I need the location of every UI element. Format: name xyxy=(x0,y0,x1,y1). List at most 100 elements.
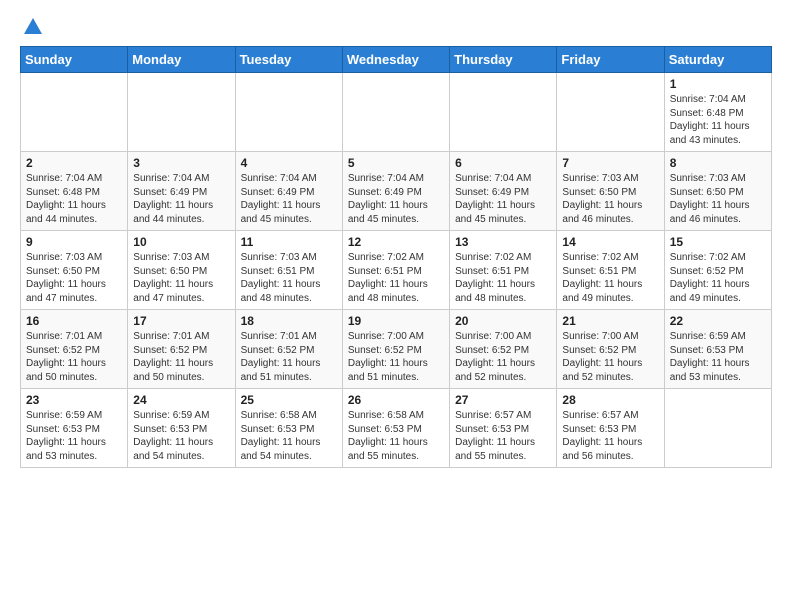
calendar-cell xyxy=(664,389,771,468)
calendar-cell: 8Sunrise: 7:03 AM Sunset: 6:50 PM Daylig… xyxy=(664,152,771,231)
calendar-cell: 7 Sunrise: 7:03 AM Sunset: 6:50 PM Daylig… xyxy=(557,152,664,231)
calendar-cell xyxy=(128,73,235,152)
weekday-header-thursday: Thursday xyxy=(450,47,557,73)
calendar-cell: 17 Sunrise: 7:01 AM Sunset: 6:52 PM Dayli… xyxy=(128,310,235,389)
calendar-cell: 4 Sunrise: 7:04 AM Sunset: 6:49 PM Daylig… xyxy=(235,152,342,231)
day-number: 22 xyxy=(670,314,766,328)
logo-icon xyxy=(22,16,44,38)
calendar-cell: 1 Sunrise: 7:04 AM Sunset: 6:48 PM Daylig… xyxy=(664,73,771,152)
calendar-cell: 21 Sunrise: 7:00 AM Sunset: 6:52 PM Dayli… xyxy=(557,310,664,389)
day-number: 12 xyxy=(348,235,444,249)
calendar-cell: 24 Sunrise: 6:59 AM Sunset: 6:53 PM Dayli… xyxy=(128,389,235,468)
day-info: Sunrise: 7:01 AM Sunset: 6:52 PM Dayligh… xyxy=(241,330,337,384)
calendar-week-3: 9 Sunrise: 7:03 AM Sunset: 6:50 PM Daylig… xyxy=(21,231,772,310)
day-number: 17 xyxy=(133,314,229,328)
day-number: 19 xyxy=(348,314,444,328)
calendar-cell: 18 Sunrise: 7:01 AM Sunset: 6:52 PM Dayli… xyxy=(235,310,342,389)
calendar-cell: 16 Sunrise: 7:01 AM Sunset: 6:52 PM Dayli… xyxy=(21,310,128,389)
day-info: Sunrise: 6:59 AM Sunset: 6:53 PM Dayligh… xyxy=(26,409,122,463)
day-number: 21 xyxy=(562,314,658,328)
day-number: 4 xyxy=(241,156,337,170)
calendar-cell: 12Sunrise: 7:02 AM Sunset: 6:51 PM Dayli… xyxy=(342,231,449,310)
weekday-header-friday: Friday xyxy=(557,47,664,73)
day-info: Sunrise: 7:04 AM Sunset: 6:49 PM Dayligh… xyxy=(455,172,551,226)
day-info: Sunrise: 6:57 AM Sunset: 6:53 PM Dayligh… xyxy=(455,409,551,463)
day-info: Sunrise: 6:59 AM Sunset: 6:53 PM Dayligh… xyxy=(133,409,229,463)
day-info: Sunrise: 7:03 AM Sunset: 6:51 PM Dayligh… xyxy=(241,251,337,305)
day-number: 24 xyxy=(133,393,229,407)
calendar-cell: 27 Sunrise: 6:57 AM Sunset: 6:53 PM Dayli… xyxy=(450,389,557,468)
calendar-cell: 20 Sunrise: 7:00 AM Sunset: 6:52 PM Dayli… xyxy=(450,310,557,389)
calendar-week-1: 1 Sunrise: 7:04 AM Sunset: 6:48 PM Daylig… xyxy=(21,73,772,152)
day-number: 7 xyxy=(562,156,658,170)
day-number: 20 xyxy=(455,314,551,328)
day-number: 8 xyxy=(670,156,766,170)
weekday-header-sunday: Sunday xyxy=(21,47,128,73)
calendar-cell: 26 Sunrise: 6:58 AM Sunset: 6:53 PM Dayli… xyxy=(342,389,449,468)
day-number: 16 xyxy=(26,314,122,328)
calendar-cell: 10Sunrise: 7:03 AM Sunset: 6:50 PM Dayli… xyxy=(128,231,235,310)
day-info: Sunrise: 7:04 AM Sunset: 6:49 PM Dayligh… xyxy=(348,172,444,226)
calendar-cell xyxy=(450,73,557,152)
logo xyxy=(20,16,46,38)
day-info: Sunrise: 7:02 AM Sunset: 6:51 PM Dayligh… xyxy=(562,251,658,305)
day-number: 28 xyxy=(562,393,658,407)
day-number: 26 xyxy=(348,393,444,407)
day-number: 3 xyxy=(133,156,229,170)
day-number: 27 xyxy=(455,393,551,407)
weekday-header-wednesday: Wednesday xyxy=(342,47,449,73)
day-info: Sunrise: 7:04 AM Sunset: 6:49 PM Dayligh… xyxy=(241,172,337,226)
calendar-cell: 13Sunrise: 7:02 AM Sunset: 6:51 PM Dayli… xyxy=(450,231,557,310)
calendar-cell: 5Sunrise: 7:04 AM Sunset: 6:49 PM Daylig… xyxy=(342,152,449,231)
day-info: Sunrise: 7:03 AM Sunset: 6:50 PM Dayligh… xyxy=(26,251,122,305)
calendar-cell xyxy=(21,73,128,152)
calendar-cell xyxy=(557,73,664,152)
day-number: 11 xyxy=(241,235,337,249)
day-number: 14 xyxy=(562,235,658,249)
day-info: Sunrise: 7:02 AM Sunset: 6:52 PM Dayligh… xyxy=(670,251,766,305)
calendar-cell: 15Sunrise: 7:02 AM Sunset: 6:52 PM Dayli… xyxy=(664,231,771,310)
weekday-header-monday: Monday xyxy=(128,47,235,73)
day-info: Sunrise: 6:58 AM Sunset: 6:53 PM Dayligh… xyxy=(348,409,444,463)
calendar-cell: 6 Sunrise: 7:04 AM Sunset: 6:49 PM Daylig… xyxy=(450,152,557,231)
calendar-cell: 22 Sunrise: 6:59 AM Sunset: 6:53 PM Dayli… xyxy=(664,310,771,389)
day-number: 6 xyxy=(455,156,551,170)
day-number: 18 xyxy=(241,314,337,328)
calendar-header-row: SundayMondayTuesdayWednesdayThursdayFrid… xyxy=(21,47,772,73)
calendar-cell: 3 Sunrise: 7:04 AM Sunset: 6:49 PM Daylig… xyxy=(128,152,235,231)
day-info: Sunrise: 6:59 AM Sunset: 6:53 PM Dayligh… xyxy=(670,330,766,384)
day-number: 23 xyxy=(26,393,122,407)
day-number: 2 xyxy=(26,156,122,170)
day-number: 1 xyxy=(670,77,766,91)
day-info: Sunrise: 7:01 AM Sunset: 6:52 PM Dayligh… xyxy=(133,330,229,384)
calendar-cell: 14 Sunrise: 7:02 AM Sunset: 6:51 PM Dayli… xyxy=(557,231,664,310)
calendar-cell: 28 Sunrise: 6:57 AM Sunset: 6:53 PM Dayli… xyxy=(557,389,664,468)
calendar-cell: 11 Sunrise: 7:03 AM Sunset: 6:51 PM Dayli… xyxy=(235,231,342,310)
day-info: Sunrise: 7:01 AM Sunset: 6:52 PM Dayligh… xyxy=(26,330,122,384)
calendar-cell: 23 Sunrise: 6:59 AM Sunset: 6:53 PM Dayli… xyxy=(21,389,128,468)
day-info: Sunrise: 6:58 AM Sunset: 6:53 PM Dayligh… xyxy=(241,409,337,463)
day-info: Sunrise: 7:00 AM Sunset: 6:52 PM Dayligh… xyxy=(455,330,551,384)
calendar-week-2: 2 Sunrise: 7:04 AM Sunset: 6:48 PM Daylig… xyxy=(21,152,772,231)
weekday-header-tuesday: Tuesday xyxy=(235,47,342,73)
calendar-table: SundayMondayTuesdayWednesdayThursdayFrid… xyxy=(20,46,772,468)
calendar-week-5: 23 Sunrise: 6:59 AM Sunset: 6:53 PM Dayli… xyxy=(21,389,772,468)
day-info: Sunrise: 7:04 AM Sunset: 6:49 PM Dayligh… xyxy=(133,172,229,226)
day-number: 9 xyxy=(26,235,122,249)
weekday-header-saturday: Saturday xyxy=(664,47,771,73)
day-number: 25 xyxy=(241,393,337,407)
day-info: Sunrise: 7:00 AM Sunset: 6:52 PM Dayligh… xyxy=(348,330,444,384)
page: SundayMondayTuesdayWednesdayThursdayFrid… xyxy=(0,0,792,612)
calendar-cell: 25 Sunrise: 6:58 AM Sunset: 6:53 PM Dayli… xyxy=(235,389,342,468)
calendar-week-4: 16 Sunrise: 7:01 AM Sunset: 6:52 PM Dayli… xyxy=(21,310,772,389)
calendar-cell: 19 Sunrise: 7:00 AM Sunset: 6:52 PM Dayli… xyxy=(342,310,449,389)
logo-text xyxy=(20,16,46,38)
day-info: Sunrise: 7:03 AM Sunset: 6:50 PM Dayligh… xyxy=(562,172,658,226)
day-info: Sunrise: 7:00 AM Sunset: 6:52 PM Dayligh… xyxy=(562,330,658,384)
day-info: Sunrise: 6:57 AM Sunset: 6:53 PM Dayligh… xyxy=(562,409,658,463)
calendar-cell xyxy=(342,73,449,152)
day-info: Sunrise: 7:04 AM Sunset: 6:48 PM Dayligh… xyxy=(26,172,122,226)
header xyxy=(20,16,772,38)
day-info: Sunrise: 7:04 AM Sunset: 6:48 PM Dayligh… xyxy=(670,93,766,147)
calendar-cell: 2 Sunrise: 7:04 AM Sunset: 6:48 PM Daylig… xyxy=(21,152,128,231)
